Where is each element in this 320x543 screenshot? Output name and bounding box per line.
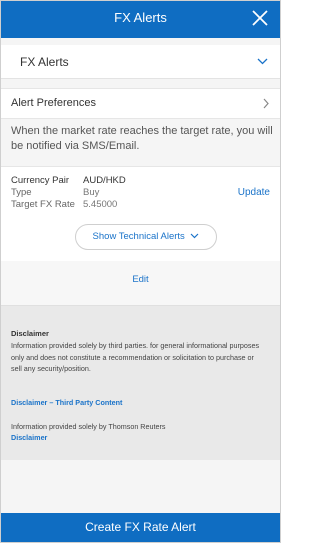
disclaimer-text: Information provided solely by third par… xyxy=(11,341,260,373)
update-link[interactable]: Update xyxy=(238,187,270,198)
notification-info-text: When the market rate reaches the target … xyxy=(11,125,273,152)
edit-row: Edit xyxy=(1,261,280,306)
currency-pair-label: Currency Pair xyxy=(11,175,70,186)
alert-details-card: Currency Pair AUD/HKD Type Buy Target FX… xyxy=(1,166,280,263)
third-party-disclaimer-link[interactable]: Disclaimer – Third Party Content xyxy=(11,398,122,407)
alert-preferences-row[interactable]: Alert Preferences xyxy=(1,88,280,119)
chevron-right-icon xyxy=(263,98,269,109)
target-rate-value: 5.45000 xyxy=(83,199,118,210)
page-title: FX Alerts xyxy=(114,10,167,25)
disclaimer-title: Disclaimer xyxy=(11,329,49,338)
technical-alerts-label: Show Technical Alerts xyxy=(92,231,185,242)
disclaimer-section: Disclaimer Information provided solely b… xyxy=(1,306,280,460)
target-rate-label: Target FX Rate xyxy=(11,199,75,210)
alert-type-selected: FX Alerts xyxy=(20,55,69,69)
edit-link[interactable]: Edit xyxy=(1,274,280,285)
reuters-disclaimer-link[interactable]: Disclaimer xyxy=(11,433,47,442)
create-fx-rate-alert-button[interactable]: Create FX Rate Alert xyxy=(1,513,280,542)
type-label: Type xyxy=(11,187,32,198)
alert-type-dropdown[interactable]: FX Alerts xyxy=(1,45,280,79)
chevron-down-icon xyxy=(191,234,199,239)
fx-alerts-screen: FX Alerts FX Alerts Alert Preferences Wh… xyxy=(0,0,281,543)
currency-pair-value: AUD/HKD xyxy=(83,175,126,186)
reuters-info-text: Information provided solely by Thomson R… xyxy=(11,422,166,431)
type-value: Buy xyxy=(83,187,100,198)
header-bar: FX Alerts xyxy=(1,1,280,38)
show-technical-alerts-button[interactable]: Show Technical Alerts xyxy=(75,224,217,250)
alert-preferences-label: Alert Preferences xyxy=(11,97,96,109)
chevron-down-icon xyxy=(257,58,268,65)
close-icon[interactable] xyxy=(249,7,271,29)
